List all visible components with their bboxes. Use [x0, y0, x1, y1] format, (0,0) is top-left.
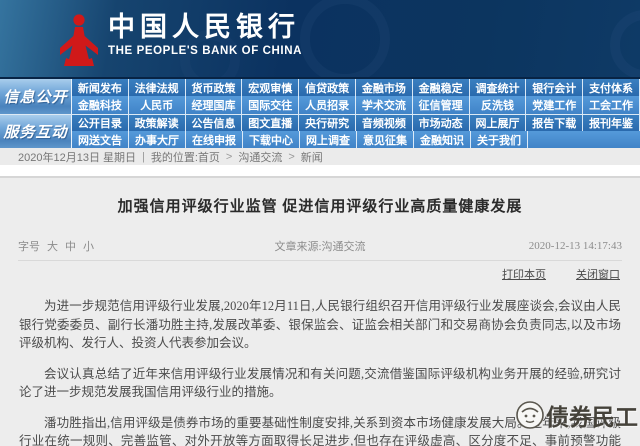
- nav-row: 网送文告 办事大厅 在线申报 下载中心 网上调查 意见征集 金融知识 关于我们: [72, 131, 640, 148]
- site-logo[interactable]: 中国人民银行 THE PEOPLE'S BANK OF CHINA: [60, 12, 302, 71]
- nav-item[interactable]: 银行会计: [526, 79, 583, 96]
- nav-item[interactable]: 关于我们: [471, 131, 528, 148]
- article-body: 为进一步规范信用评级行业发展,2020年12月11日,人民银行组织召开信用评级行…: [0, 297, 640, 446]
- nav-item[interactable]: 金融市场: [356, 79, 413, 96]
- nav-item[interactable]: 市场动态: [413, 115, 470, 132]
- article-meta: 字号 大 中 小 文章来源:沟通交流 2020-12-13 14:17:43: [18, 238, 622, 254]
- font-size-medium-button[interactable]: 中: [65, 238, 76, 254]
- nav-item[interactable]: 工会工作: [583, 96, 640, 113]
- nav-item[interactable]: 党建工作: [526, 96, 583, 113]
- article-paragraph: 为进一步规范信用评级行业发展,2020年12月11日,人民银行组织召开信用评级行…: [19, 297, 621, 353]
- nav-item[interactable]: 公告信息: [186, 115, 243, 132]
- nav-item[interactable]: 经理国库: [186, 96, 243, 113]
- nav-item[interactable]: 金融知识: [414, 131, 471, 148]
- nav-empty-cell: [584, 131, 640, 148]
- nav-item[interactable]: 金融稳定: [413, 79, 470, 96]
- article-datetime: 2020-12-13 14:17:43: [444, 240, 622, 252]
- nav-item[interactable]: 支付体系: [583, 79, 640, 96]
- nav-item[interactable]: 办事大厅: [129, 131, 186, 148]
- sidebar-tab-info-disclosure[interactable]: 信息公开: [0, 79, 72, 114]
- article-actions: 打印本页 关闭窗口: [20, 266, 620, 282]
- nav-group-service-interaction: 服务互动 公开目录 政策解读 公告信息 图文直播 央行研究 音频视频 市场动态 …: [0, 114, 640, 149]
- section-divider: [0, 165, 640, 178]
- header-decoration-circle: [300, 0, 390, 77]
- pboc-emblem-icon: [60, 12, 98, 71]
- page-title: 加强信用评级行业监管 促进信用评级行业高质量健康发展: [0, 178, 640, 216]
- nav-item[interactable]: 新闻发布: [72, 79, 129, 96]
- nav-row: 公开目录 政策解读 公告信息 图文直播 央行研究 音频视频 市场动态 网上展厅 …: [72, 115, 640, 132]
- breadcrumb-separator: >: [226, 151, 232, 163]
- nav-group-info-disclosure: 信息公开 新闻发布 法律法规 货币政策 宏观审慎 信贷政策 金融市场 金融稳定 …: [0, 79, 640, 114]
- header-decoration-circle: [610, 10, 640, 77]
- nav-item[interactable]: 在线申报: [186, 131, 243, 148]
- breadcrumb-link-home[interactable]: 首页: [198, 149, 220, 165]
- nav-item[interactable]: 人民币: [129, 96, 186, 113]
- nav-item[interactable]: 音频视频: [356, 115, 413, 132]
- nav-item[interactable]: 人员招录: [299, 96, 356, 113]
- bank-name-chinese: 中国人民银行: [108, 12, 302, 42]
- nav-item[interactable]: 政策解读: [129, 115, 186, 132]
- nav-row: 新闻发布 法律法规 货币政策 宏观审慎 信贷政策 金融市场 金融稳定 调查统计 …: [72, 79, 640, 96]
- site-header: 中国人民银行 THE PEOPLE'S BANK OF CHINA: [0, 0, 640, 77]
- pboc-webpage: 中国人民银行 THE PEOPLE'S BANK OF CHINA 信息公开 新…: [0, 0, 640, 446]
- main-nav: 信息公开 新闻发布 法律法规 货币政策 宏观审慎 信贷政策 金融市场 金融稳定 …: [0, 77, 640, 148]
- article-container: 加强信用评级行业监管 促进信用评级行业高质量健康发展 字号 大 中 小 文章来源…: [0, 178, 640, 446]
- nav-empty-cell: [528, 131, 584, 148]
- breadcrumb: 2020年12月13日 星期日 | 我的位置: 首页 > 沟通交流 > 新闻: [0, 148, 640, 165]
- article-source: 文章来源:沟通交流: [196, 238, 445, 254]
- bank-name-english: THE PEOPLE'S BANK OF CHINA: [108, 45, 302, 57]
- nav-item[interactable]: 信贷政策: [299, 79, 356, 96]
- print-page-button[interactable]: 打印本页: [502, 266, 546, 282]
- nav-item[interactable]: 金融科技: [72, 96, 129, 113]
- font-size-small-button[interactable]: 小: [83, 238, 94, 254]
- nav-item[interactable]: 下载中心: [243, 131, 300, 148]
- nav-row: 金融科技 人民币 经理国库 国际交往 人员招录 学术交流 征信管理 反洗钱 党建…: [72, 96, 640, 113]
- breadcrumb-link-news[interactable]: 新闻: [301, 149, 323, 165]
- nav-item[interactable]: 法律法规: [129, 79, 186, 96]
- nav-item[interactable]: 公开目录: [72, 115, 129, 132]
- nav-item[interactable]: 报告下载: [526, 115, 583, 132]
- breadcrumb-link-communication[interactable]: 沟通交流: [238, 149, 282, 165]
- nav-item[interactable]: 网送文告: [72, 131, 129, 148]
- article-paragraph: 潘功胜指出,信用评级是债券市场的重要基础性制度安排,关系到资本市场健康发展大局。…: [19, 414, 621, 446]
- nav-item[interactable]: 货币政策: [186, 79, 243, 96]
- font-size-large-button[interactable]: 大: [47, 238, 58, 254]
- nav-item[interactable]: 网上调查: [300, 131, 357, 148]
- nav-item[interactable]: 征信管理: [413, 96, 470, 113]
- nav-item[interactable]: 图文直播: [242, 115, 299, 132]
- nav-item[interactable]: 网上展厅: [470, 115, 527, 132]
- nav-item[interactable]: 调查统计: [470, 79, 527, 96]
- sidebar-tab-service-interaction[interactable]: 服务互动: [0, 115, 72, 149]
- current-date: 2020年12月13日 星期日: [18, 149, 136, 165]
- font-size-label: 字号: [18, 238, 40, 254]
- breadcrumb-label: 我的位置:: [151, 149, 198, 165]
- nav-item[interactable]: 央行研究: [299, 115, 356, 132]
- close-window-button[interactable]: 关闭窗口: [576, 266, 620, 282]
- breadcrumb-divider: |: [142, 151, 145, 163]
- breadcrumb-separator: >: [288, 151, 294, 163]
- nav-item[interactable]: 报刊年鉴: [583, 115, 640, 132]
- nav-item[interactable]: 宏观审慎: [242, 79, 299, 96]
- nav-item[interactable]: 学术交流: [356, 96, 413, 113]
- article-paragraph: 会议认真总结了近年来信用评级行业发展情况和有关问题,交流借鉴国际评级机构业务开展…: [19, 365, 621, 402]
- meta-divider-line: [18, 260, 622, 261]
- logo-text: 中国人民银行 THE PEOPLE'S BANK OF CHINA: [108, 12, 302, 57]
- nav-item[interactable]: 意见征集: [357, 131, 414, 148]
- nav-item[interactable]: 国际交往: [242, 96, 299, 113]
- nav-item[interactable]: 反洗钱: [470, 96, 527, 113]
